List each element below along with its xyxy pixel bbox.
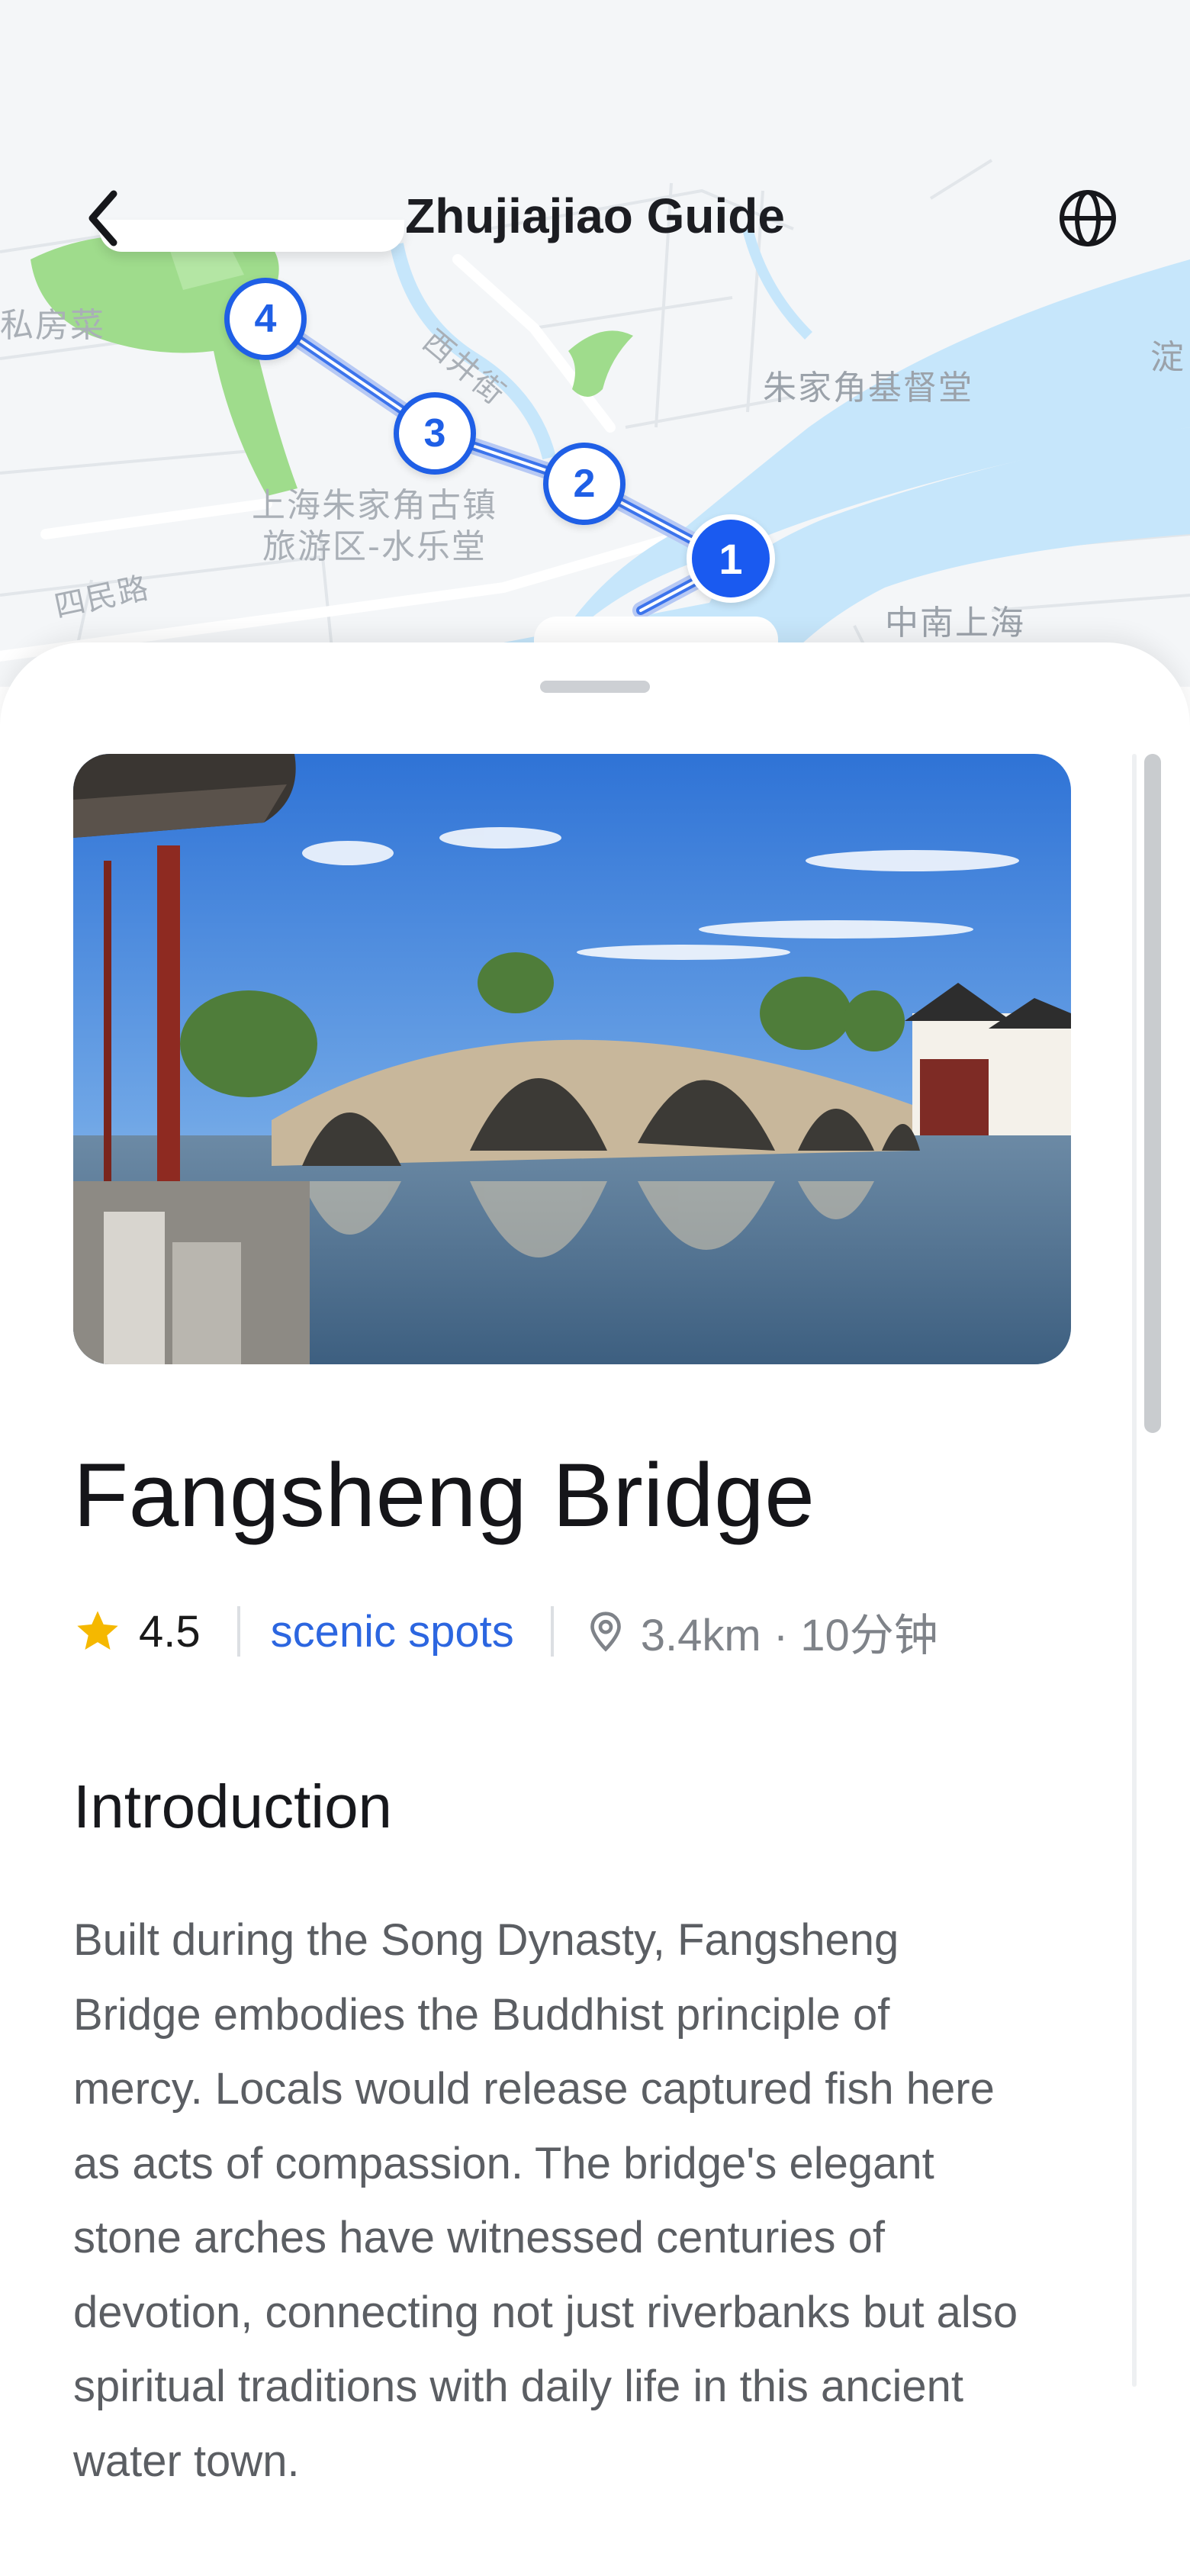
- map-background: [0, 159, 1190, 687]
- globe-icon: [1060, 190, 1116, 246]
- map-view[interactable]: 私房菜 西井街 朱家角基督堂 上海朱家角古镇 旅游区-水乐堂 四民路 淀 中南上…: [0, 0, 1190, 687]
- rating-value: 4.5: [139, 1606, 201, 1657]
- sheet-drag-handle[interactable]: [540, 681, 650, 693]
- map-label-right-edge: 淀: [1150, 338, 1185, 377]
- star-icon: [77, 1611, 118, 1650]
- map-label-restaurant: 私房菜: [0, 306, 105, 345]
- distance-text: 3.4km · 10分钟: [640, 1611, 938, 1660]
- route-stop-4-marker[interactable]: 4: [224, 278, 307, 360]
- meta-divider: [236, 1606, 240, 1657]
- route-stop-1-marker-active[interactable]: 1: [687, 514, 775, 603]
- introduction-body: Built during the Song Dynasty, Fangsheng…: [73, 1915, 1018, 2486]
- route-stop-3-marker[interactable]: 3: [394, 392, 476, 475]
- location-pin-icon: [590, 1612, 621, 1652]
- category-link[interactable]: scenic spots: [271, 1606, 514, 1657]
- map-label-scenic-area-line1: 上海朱家角古镇: [252, 486, 497, 525]
- route-stop-2-marker[interactable]: 2: [543, 443, 626, 525]
- place-title: Fangsheng Bridge: [73, 1445, 815, 1546]
- top-bar: Zhujiajiao Guide: [0, 160, 1190, 275]
- place-detail-sheet: Fangsheng Bridge 4.5 scenic spots 3.4km …: [0, 642, 1190, 2576]
- introduction-heading: Introduction: [73, 1773, 393, 1840]
- map-label-scenic-area-line2: 旅游区-水乐堂: [262, 527, 487, 566]
- map-label-bottom-right: 中南上海: [885, 604, 1025, 642]
- scrollbar-track[interactable]: [1132, 754, 1137, 2387]
- place-photo: [73, 754, 1071, 1364]
- language-button[interactable]: [1050, 180, 1126, 256]
- scrollbar-thumb[interactable]: [1144, 754, 1161, 1433]
- bridge-photo-illustration: [73, 754, 1071, 1364]
- place-meta-row: 4.5 scenic spots 3.4km · 10分钟: [73, 1601, 938, 1662]
- map-label-church: 朱家角基督堂: [763, 369, 973, 407]
- page-title: Zhujiajiao Guide: [405, 188, 785, 243]
- meta-divider: [550, 1606, 554, 1657]
- map-label-scenic-area: 上海朱家角古镇 旅游区-水乐堂: [252, 485, 497, 568]
